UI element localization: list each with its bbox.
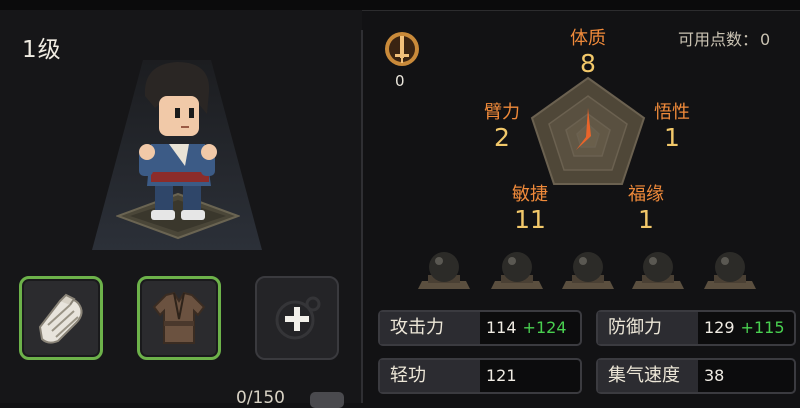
attr-name: 体质	[570, 28, 606, 49]
stat-base: 129	[704, 318, 735, 337]
panel-divider	[361, 30, 363, 403]
equip-slot-gloves[interactable]	[19, 276, 103, 360]
robe-icon	[152, 291, 206, 344]
plus-icon	[275, 296, 321, 340]
orb-slot-icon[interactable]	[558, 247, 618, 297]
stat-base: 121	[486, 366, 517, 385]
sword-emblem-icon	[385, 32, 419, 66]
attr-fortune[interactable]: 福缘 1	[618, 180, 674, 233]
orb-slot-icon[interactable]	[700, 247, 760, 297]
available-points-label: 可用点数：	[678, 30, 759, 49]
orb-slot-icon[interactable]	[414, 247, 474, 297]
attr-value: 1	[664, 123, 680, 152]
stat-bonus: +115	[740, 318, 785, 337]
attr-value: 11	[514, 205, 546, 234]
stat-label: 防御力	[598, 312, 698, 344]
attr-agility[interactable]: 敏捷 11	[502, 180, 558, 233]
attr-name: 福缘	[628, 184, 664, 205]
stat-charge-speed: 集气速度 38	[596, 358, 796, 394]
stat-value: 129 +115	[704, 312, 785, 344]
equip-slot-add[interactable]	[255, 276, 339, 360]
attr-value: 1	[638, 205, 654, 234]
character-level: 1级	[22, 37, 62, 63]
stat-defense: 防御力 129 +115	[596, 310, 796, 346]
available-points: 可用点数： 0	[676, 26, 770, 50]
orb-slot-icon[interactable]	[487, 247, 547, 297]
stat-label: 攻击力	[380, 312, 480, 344]
stat-bonus: +124	[522, 318, 567, 337]
stat-value: 121	[486, 360, 517, 392]
attr-value: 8	[580, 49, 596, 78]
stat-base: 114	[486, 318, 517, 337]
bag-capacity: 0/150	[236, 388, 285, 408]
power-value: 0	[395, 72, 405, 90]
attr-name: 臂力	[484, 102, 520, 123]
stat-label: 集气速度	[598, 360, 698, 392]
attr-constitution[interactable]: 体质 8	[560, 24, 616, 77]
attribute-radar-chart	[530, 76, 646, 185]
equip-slot-armor[interactable]	[137, 276, 221, 360]
stat-lightness: 轻功 121	[378, 358, 582, 394]
stat-attack: 攻击力 114 +124	[378, 310, 582, 346]
wrapped-fist-icon	[38, 293, 83, 344]
orb-slot-icon[interactable]	[628, 247, 688, 297]
attr-strength[interactable]: 臂力 2	[474, 98, 530, 151]
attr-name: 悟性	[654, 102, 690, 123]
stat-value: 114 +124	[486, 312, 567, 344]
capacity-button[interactable]	[310, 392, 344, 408]
stat-base: 38	[704, 366, 725, 385]
character-sprite[interactable]	[125, 56, 230, 236]
attr-value: 2	[494, 123, 510, 152]
attr-comprehension[interactable]: 悟性 1	[644, 98, 700, 151]
available-points-value: 0	[760, 30, 771, 49]
stat-label: 轻功	[380, 360, 480, 392]
stat-value: 38	[704, 360, 724, 392]
attr-name: 敏捷	[512, 184, 548, 205]
